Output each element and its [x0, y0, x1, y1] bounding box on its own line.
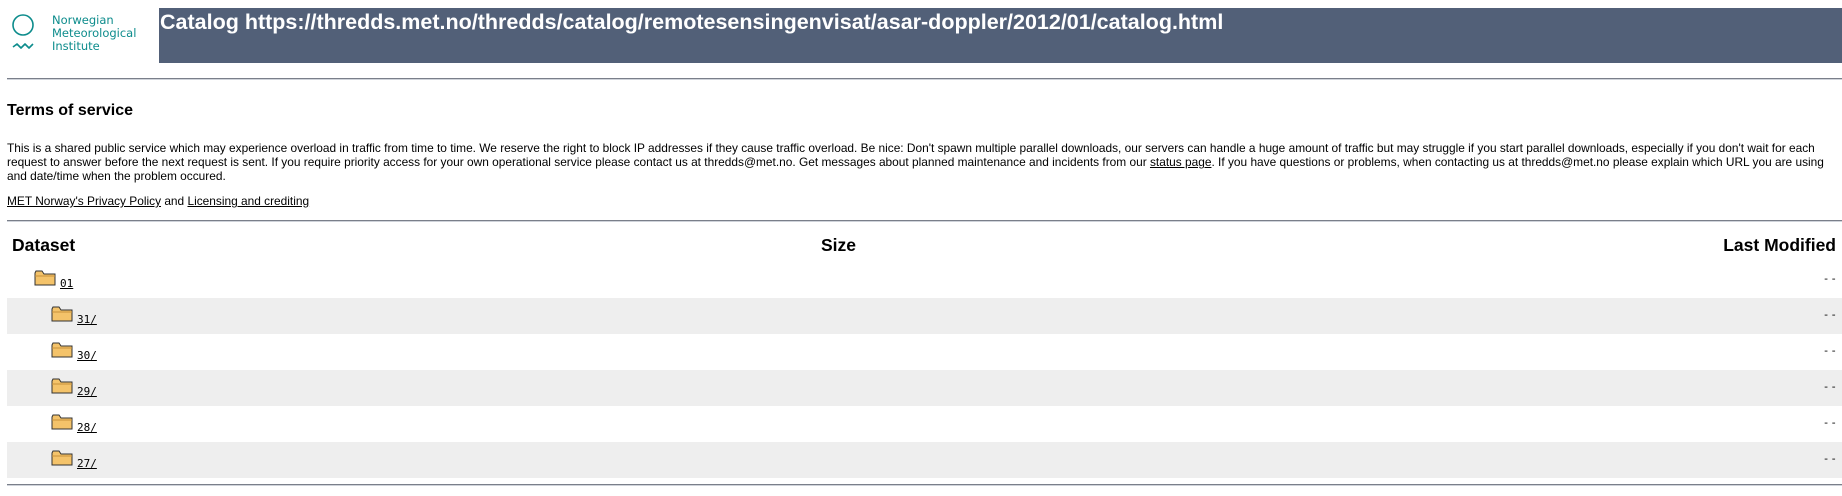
logo-text: Norwegian Meteorological Institute [52, 14, 136, 53]
dataset-link[interactable]: 27/ [77, 457, 97, 470]
last-modified-value: -- [1822, 380, 1838, 393]
folder-icon [51, 450, 73, 466]
last-modified-value: -- [1822, 308, 1838, 321]
folder-icon [51, 414, 73, 430]
page-header: Norwegian Meteorological Institute Catal… [0, 0, 1842, 64]
and-text: and [161, 194, 188, 208]
dataset-link[interactable]: 01 [60, 277, 73, 290]
table-row: 31/ -- [7, 298, 1842, 334]
policy-links: MET Norway's Privacy Policy and Licensin… [7, 194, 309, 208]
divider [7, 484, 1842, 486]
last-modified-value: -- [1822, 344, 1838, 357]
column-header-size: Size [821, 235, 857, 255]
met-logo-icon [12, 14, 34, 49]
folder-icon [51, 306, 73, 322]
table-row: 01 -- [7, 262, 1842, 298]
last-modified-value: -- [1822, 452, 1838, 465]
last-modified-value: -- [1822, 272, 1838, 285]
table-row: 28/ -- [7, 406, 1842, 442]
terms-title: Terms of service [7, 102, 133, 119]
dataset-link[interactable]: 30/ [77, 349, 97, 362]
column-header-dataset: Dataset [12, 235, 76, 255]
privacy-policy-link[interactable]: MET Norway's Privacy Policy [7, 194, 161, 208]
licensing-link[interactable]: Licensing and crediting [187, 194, 309, 208]
dataset-link[interactable]: 28/ [77, 421, 97, 434]
folder-icon [51, 378, 73, 394]
divider [7, 78, 1842, 80]
column-header-last-modified: Last Modified [1723, 235, 1836, 255]
status-page-link[interactable]: status page [1150, 155, 1211, 169]
table-row: 27/ -- [7, 442, 1842, 478]
table-row: 30/ -- [7, 334, 1842, 370]
dataset-link[interactable]: 31/ [77, 313, 97, 326]
catalog-page: Norwegian Meteorological Institute Catal… [0, 0, 1842, 496]
table-row: 29/ -- [7, 370, 1842, 406]
divider [7, 220, 1842, 222]
logo-line-3: Institute [52, 39, 100, 53]
page-title: Catalog https://thredds.met.no/thredds/c… [160, 10, 1224, 34]
folder-icon [51, 342, 73, 358]
title-bar: Catalog https://thredds.met.no/thredds/c… [159, 8, 1842, 63]
terms-body: This is a shared public service which ma… [7, 141, 1839, 184]
last-modified-value: -- [1822, 416, 1838, 429]
folder-icon [34, 270, 56, 286]
met-logo[interactable]: Norwegian Meteorological Institute [12, 14, 162, 58]
dataset-link[interactable]: 29/ [77, 385, 97, 398]
